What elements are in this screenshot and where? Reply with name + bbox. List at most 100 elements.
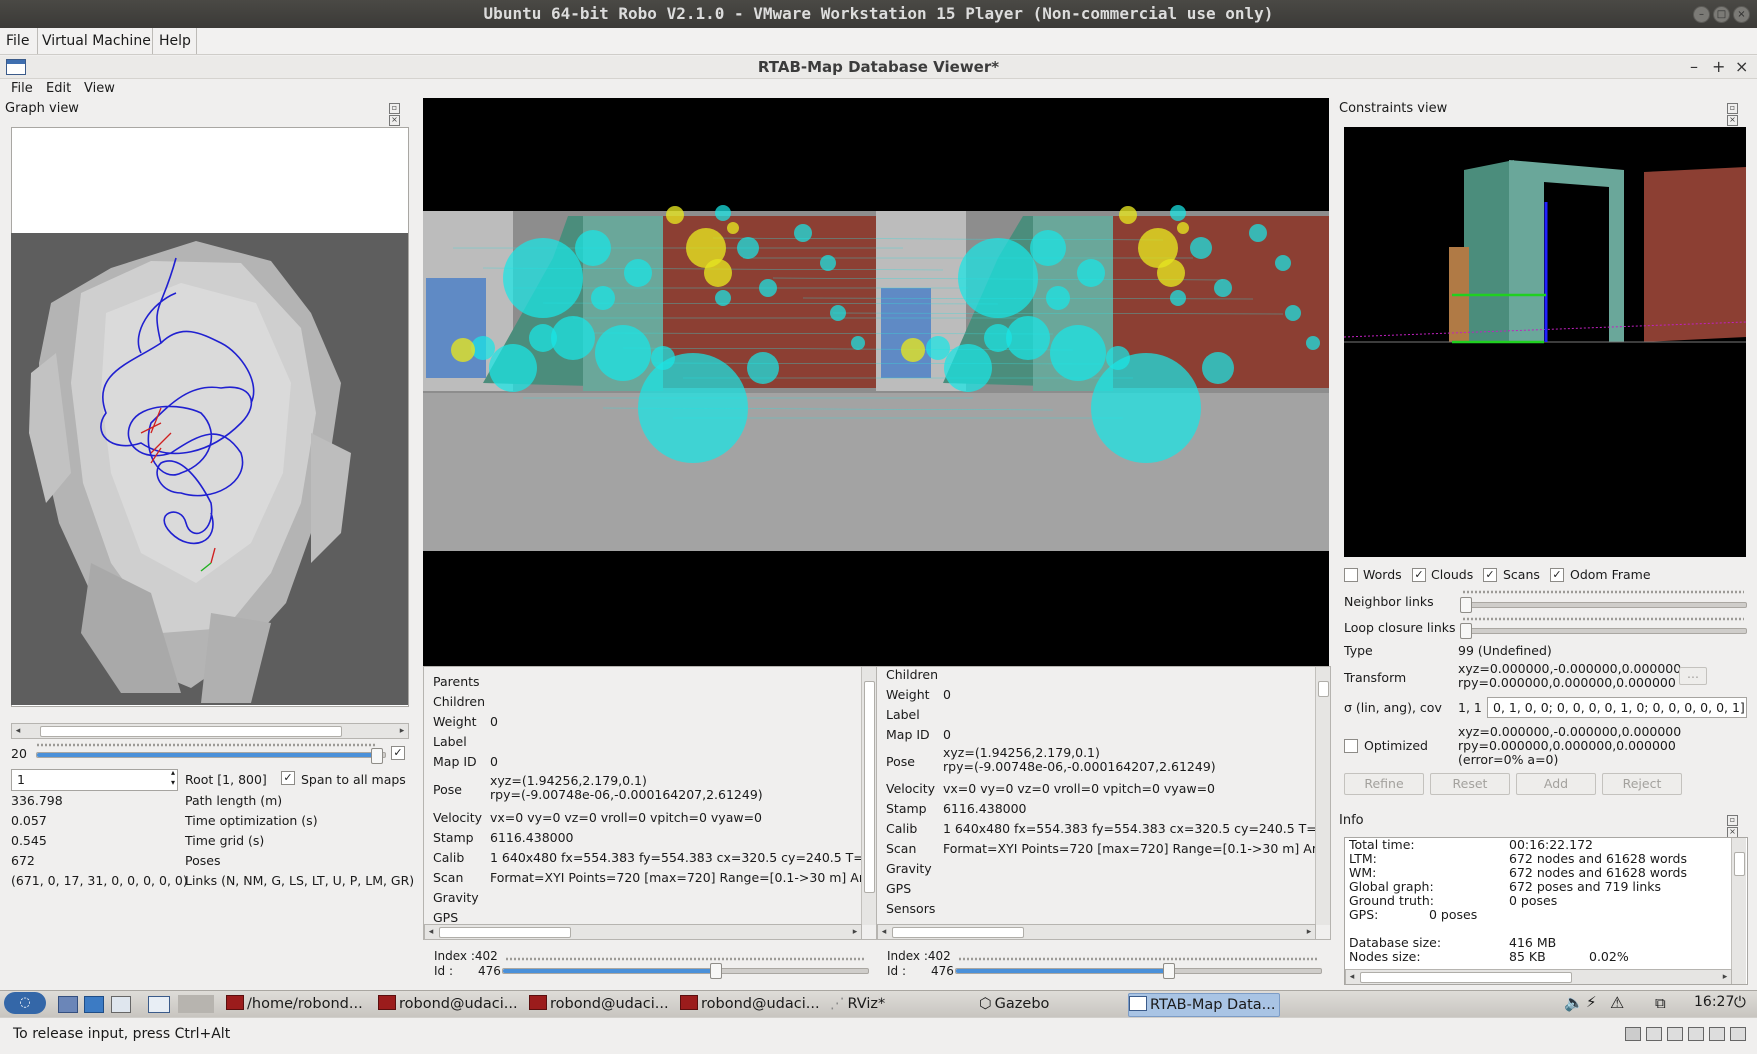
scroll-right-icon[interactable]: ▸ — [396, 724, 408, 738]
scroll-thumb[interactable] — [1734, 852, 1745, 876]
scroll-left-icon[interactable]: ◂ — [12, 724, 24, 738]
menu-edit[interactable]: Edit — [46, 81, 71, 96]
iterations-checkbox[interactable]: ✓ — [391, 746, 405, 760]
task-rtabmap[interactable]: RTAB-Map Data... — [1128, 993, 1280, 1017]
span-maps-checkbox[interactable]: ✓ — [281, 771, 295, 785]
row-label: Pose — [886, 754, 915, 769]
covariance-input[interactable]: 0, 1, 0, 0; 0, 0, 0, 0, 1, 0; 0, 0, 0, 0… — [1487, 697, 1747, 718]
start-menu-icon[interactable]: ◌ — [4, 992, 46, 1014]
constraints-3d-view[interactable] — [1344, 127, 1746, 557]
scroll-right-icon[interactable]: ▸ — [1719, 970, 1731, 984]
node-right-vscroll[interactable] — [1315, 667, 1330, 925]
node-left-vscroll[interactable] — [861, 667, 876, 925]
task-terminal-1[interactable]: robond@udaci... — [378, 993, 520, 1015]
cd-icon[interactable] — [1646, 1027, 1662, 1041]
power-icon[interactable]: ⚡ — [1586, 993, 1597, 1011]
task-label: robond@udaci... — [399, 996, 518, 1012]
clock[interactable]: 16:27 — [1694, 994, 1734, 1010]
id-label-left: Id : — [434, 964, 454, 978]
add-button[interactable]: Add — [1516, 773, 1596, 795]
constraints-dock-buttons[interactable]: ▫× — [1726, 102, 1748, 126]
maximize-icon[interactable]: □ — [1713, 6, 1730, 23]
network-icon[interactable]: ⧉ — [1655, 994, 1666, 1012]
root-spin-value: 1 — [17, 772, 25, 787]
info-hscroll[interactable]: ◂ ▸ — [1345, 969, 1732, 984]
warning-icon[interactable]: ⚠ — [1610, 993, 1624, 1012]
iterations-slider-handle[interactable] — [371, 748, 383, 764]
scroll-thumb[interactable] — [892, 927, 1024, 938]
image-view[interactable] — [423, 98, 1329, 666]
sound-device-icon[interactable] — [1730, 1027, 1746, 1041]
refine-button[interactable]: Refine — [1344, 773, 1424, 795]
usb-icon[interactable] — [1709, 1027, 1725, 1041]
scroll-thumb[interactable] — [1360, 972, 1572, 983]
network-adapter-icon[interactable] — [1688, 1027, 1704, 1041]
loop-closure-slider-handle[interactable] — [1460, 623, 1472, 639]
reject-button[interactable]: Reject — [1602, 773, 1682, 795]
occupancy-map[interactable] — [11, 233, 408, 705]
browser-icon[interactable] — [84, 996, 104, 1013]
scans-checkbox[interactable]: ✓ — [1483, 568, 1497, 582]
poses-value: 672 — [11, 853, 35, 868]
app-close-icon[interactable]: × — [1735, 56, 1748, 78]
optimized-checkbox[interactable] — [1344, 739, 1358, 753]
node-info-left[interactable]: Parents Children Weight 0 Label Map ID 0… — [423, 666, 877, 940]
scroll-right-icon[interactable]: ▸ — [849, 925, 861, 939]
node-right-hscroll[interactable]: ◂ ▸ — [877, 924, 1316, 939]
transform-more-button[interactable]: ... — [1679, 667, 1707, 685]
task-label: /home/robond... — [247, 996, 363, 1012]
clouds-checkbox[interactable]: ✓ — [1412, 568, 1426, 582]
minimize-icon[interactable]: – — [1693, 6, 1710, 23]
file-manager-icon[interactable] — [58, 996, 78, 1013]
info-panel[interactable]: Total time: 00:16:22.172 LTM: 672 nodes … — [1344, 837, 1748, 985]
hdd-icon[interactable] — [1625, 1027, 1641, 1041]
root-spinbox[interactable]: 1 ▴ ▾ — [11, 768, 178, 791]
show-desktop-icon[interactable] — [148, 996, 170, 1013]
vm-menu-file[interactable]: File — [2, 28, 33, 54]
task-terminal-2[interactable]: robond@udaci... — [529, 993, 671, 1015]
app-minimize-icon[interactable]: – — [1690, 56, 1698, 78]
neighbor-links-slider-handle[interactable] — [1460, 597, 1472, 613]
close-icon[interactable]: × — [1733, 6, 1750, 23]
root-label: Root [1, 800] — [185, 772, 267, 787]
scroll-thumb[interactable] — [864, 681, 875, 893]
time-grid-value: 0.545 — [11, 833, 47, 848]
task-terminal-3[interactable]: robond@udaci... — [680, 993, 822, 1015]
scroll-left-icon[interactable]: ◂ — [878, 925, 890, 939]
floppy-icon[interactable] — [1667, 1027, 1683, 1041]
task-home[interactable]: /home/robond... — [226, 993, 368, 1015]
node-info-right[interactable]: Children Weight 0 Label Map ID 0 Pose xy… — [876, 666, 1331, 940]
menu-file[interactable]: File — [11, 81, 33, 96]
spin-arrows-icon[interactable]: ▴ ▾ — [171, 768, 175, 788]
task-rviz[interactable]: ⋰ RViz* — [830, 993, 930, 1015]
node-right-slider-handle[interactable] — [1163, 963, 1175, 979]
words-checkbox[interactable] — [1344, 568, 1358, 582]
node-left-hscroll[interactable]: ◂ ▸ — [424, 924, 862, 939]
info-key: Global graph: — [1349, 879, 1434, 894]
scroll-left-icon[interactable]: ◂ — [1346, 970, 1358, 984]
reset-button[interactable]: Reset — [1430, 773, 1510, 795]
scroll-thumb[interactable] — [40, 726, 342, 737]
scroll-left-icon[interactable]: ◂ — [425, 925, 437, 939]
app-maximize-icon[interactable]: + — [1712, 56, 1725, 78]
scroll-thumb[interactable] — [439, 927, 571, 938]
menu-view[interactable]: View — [84, 81, 115, 96]
neighbor-links-slider[interactable] — [1460, 602, 1747, 608]
graph-hscrollbar[interactable]: ◂ ▸ — [11, 723, 409, 739]
scroll-thumb[interactable] — [1318, 681, 1329, 697]
info-vscroll[interactable] — [1731, 838, 1746, 984]
node-left-slider-handle[interactable] — [710, 963, 722, 979]
odom-frame-checkbox[interactable]: ✓ — [1550, 568, 1564, 582]
graph-dock-buttons[interactable]: ▫× — [388, 102, 410, 126]
volume-icon[interactable]: 🔈 — [1564, 993, 1584, 1012]
scroll-right-icon[interactable]: ▸ — [1303, 925, 1315, 939]
terminal-launcher-icon[interactable] — [111, 996, 131, 1013]
workspace-icon[interactable] — [178, 995, 214, 1013]
info-dock-buttons[interactable]: ▫× — [1726, 814, 1748, 838]
shutdown-icon[interactable]: ⏻ — [1734, 993, 1746, 1011]
vm-menu-help[interactable]: Help — [155, 28, 195, 54]
loop-closure-slider[interactable] — [1460, 628, 1747, 634]
vm-menu-virtual-machine[interactable]: Virtual Machine — [38, 28, 155, 54]
vmware-title: Ubuntu 64-bit Robo V2.1.0 - VMware Works… — [483, 4, 1274, 23]
task-gazebo[interactable]: ⬡ Gazebo — [979, 993, 1099, 1015]
